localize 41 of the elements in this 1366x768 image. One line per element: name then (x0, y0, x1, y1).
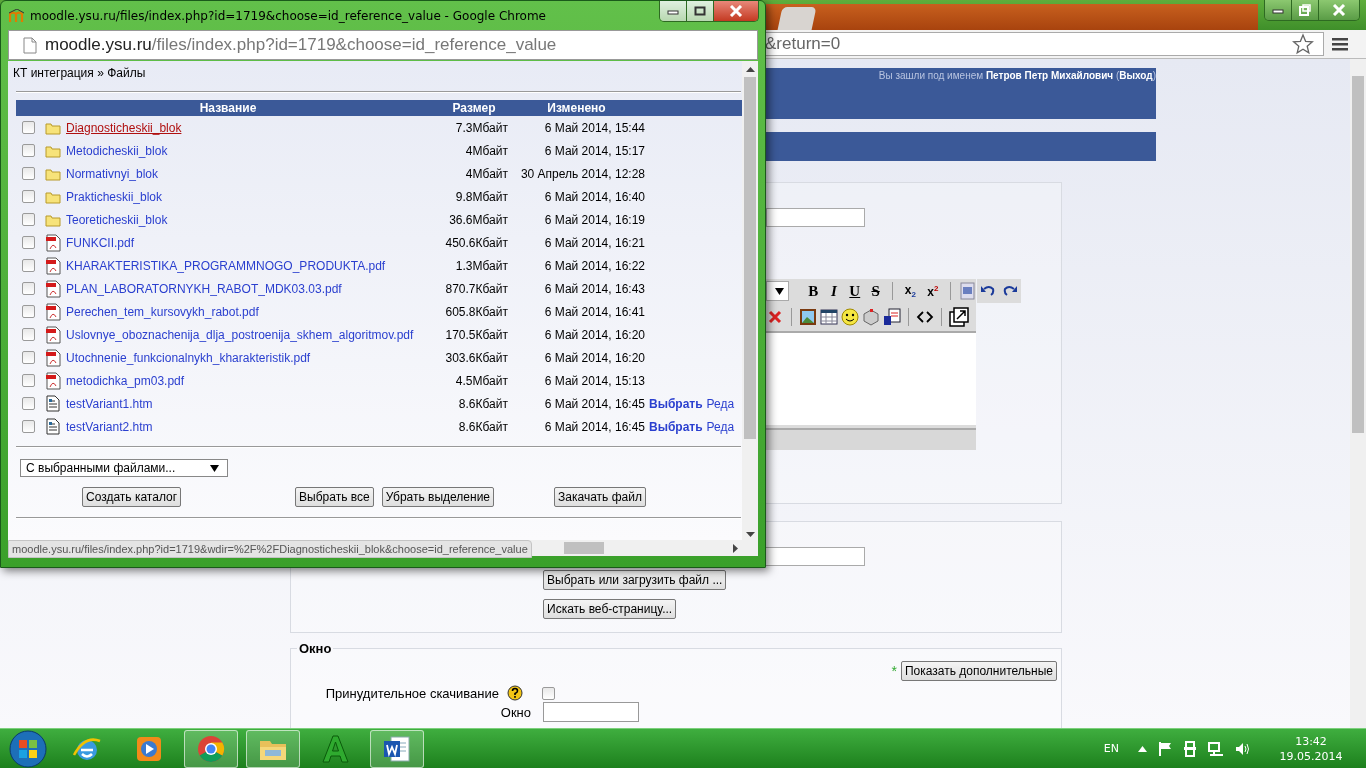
file-size: 36.6Мбайт (448, 212, 508, 227)
modified-date: 30 Апрель 2014, 12:28 (519, 166, 645, 181)
modified-date: 6 Май 2014, 16:45 (543, 396, 645, 411)
file-size: 870.7Кбайт (444, 281, 508, 296)
status-url: moodle.ysu.ru/files/index.php?id=1719&wdir=%2F%2FDiagnosticheskii_blok&choose=id_reference_value (8, 540, 532, 558)
modified-date: 6 Май 2014, 16:43 (543, 281, 645, 296)
window-title: moodle.ysu.ru/files/index.php?id=1719&choose=id_reference_value - Google Chrome (30, 8, 546, 23)
modified-date: 6 Май 2014, 16:20 (543, 350, 645, 365)
field-label: Окно (499, 704, 531, 720)
file-size: 4Мбайт (464, 143, 508, 158)
modified-date: 6 Май 2014, 15:44 (543, 120, 645, 135)
login-info: Вы зашли под именем Петров Петр Михайлович (Выход) (878, 70, 1156, 81)
modified-date: 6 Май 2014, 16:22 (543, 258, 645, 273)
file-size: 4Мбайт (464, 166, 508, 181)
file-size: 450.6Кбайт (444, 235, 508, 250)
file-size: 9.8Мбайт (454, 189, 508, 204)
file-size: 1.3Мбайт (454, 258, 508, 273)
modified-date: 6 Май 2014, 15:17 (543, 143, 645, 158)
field-label: Принудительное скачивание (324, 685, 499, 701)
column-header: Размер (451, 100, 497, 116)
page-url: moodle.ysu.ru/files/index.php?id=1719&choose=id_reference_value (45, 35, 557, 55)
required-mark: * (891, 663, 897, 679)
file-size: 4.5Мбайт (454, 373, 508, 388)
modified-date: 6 Май 2014, 16:19 (543, 212, 645, 227)
section-legend: Окно (297, 641, 334, 656)
file-size: 303.6Кбайт (444, 350, 508, 365)
modified-date: 6 Май 2014, 16:45 (543, 419, 645, 434)
file-size: 8.6Кбайт (457, 396, 508, 411)
clock-time: 13:42 (1295, 733, 1327, 749)
modified-date: 6 Май 2014, 16:21 (543, 235, 645, 250)
file-size: 7.3Мбайт (454, 120, 508, 135)
modified-date: 6 Май 2014, 16:41 (543, 304, 645, 319)
modified-date: 6 Май 2014, 16:20 (543, 327, 645, 342)
column-header: Название (198, 100, 258, 116)
file-size: 170.5Кбайт (444, 327, 508, 342)
modified-date: 6 Май 2014, 15:13 (543, 373, 645, 388)
modified-date: 6 Май 2014, 16:40 (543, 189, 645, 204)
clock-date: 19.05.2014 (1279, 748, 1343, 764)
column-header: Изменено (546, 100, 607, 116)
file-size: 8.6Кбайт (457, 419, 508, 434)
file-size: 605.8Кбайт (444, 304, 508, 319)
